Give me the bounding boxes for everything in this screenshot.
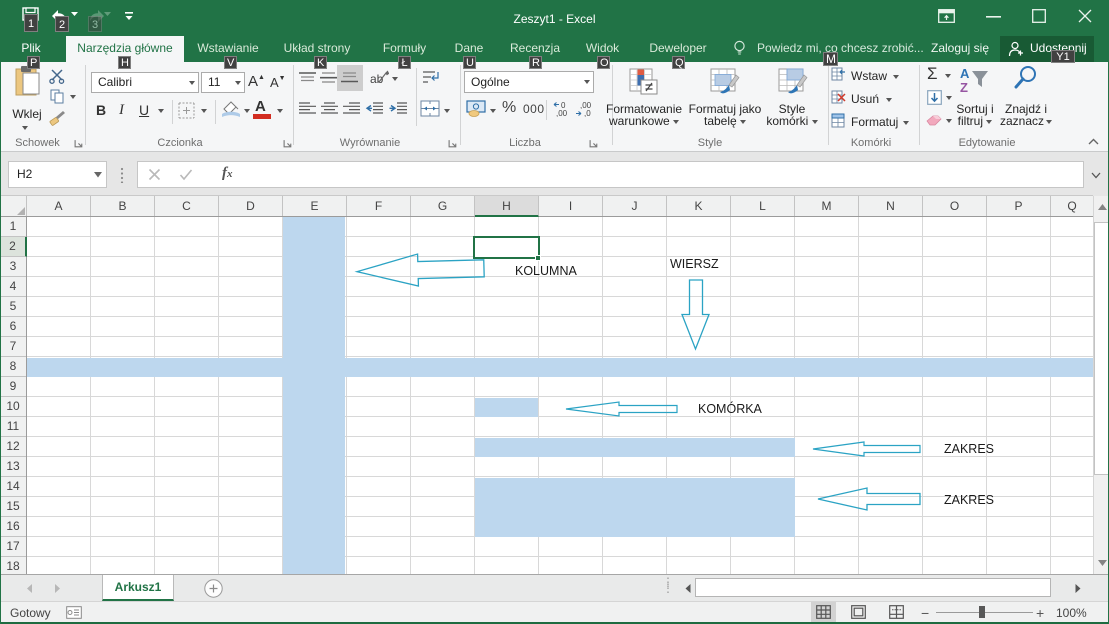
svg-text:,0: ,0 — [584, 109, 591, 118]
svg-text:A: A — [960, 66, 970, 81]
svg-text:,00: ,00 — [556, 109, 568, 118]
svg-text:Z: Z — [960, 80, 968, 95]
